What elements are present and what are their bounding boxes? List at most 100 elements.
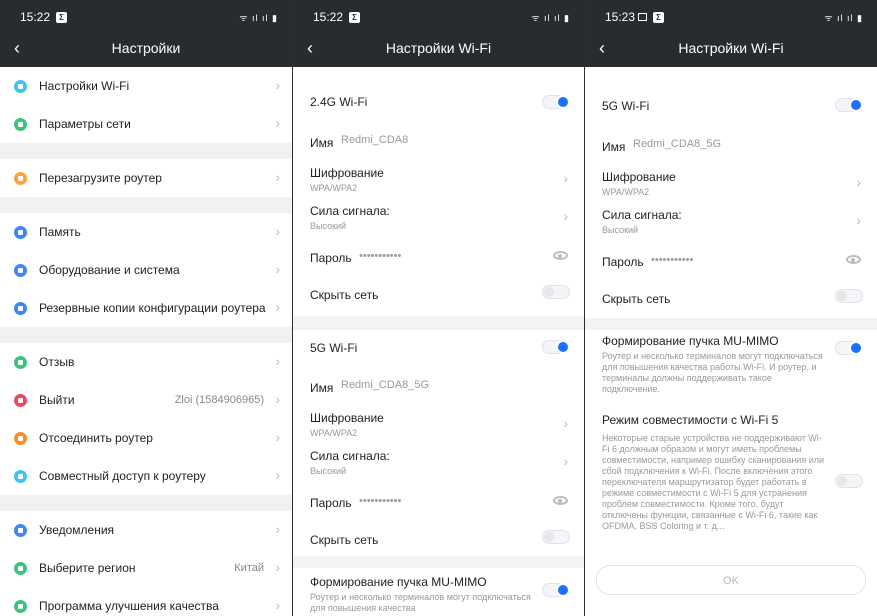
password-value[interactable]: ••••••••••• — [359, 250, 401, 262]
section-gap — [0, 327, 292, 343]
signal-value: Высокий — [602, 225, 639, 235]
chevron-right-icon: › — [275, 429, 280, 445]
wifi-settings-screen-24: 15:22 Σ ᯤ ıl ıl ▮ ‹ Настройки Wi-Fi 2.4G … — [293, 0, 584, 616]
mimo-description: Роутер и несколько терминалов могут подк… — [602, 351, 823, 394]
status-icons: ᯤ ıl ıl ▮ — [824, 13, 863, 23]
password-row: Пароль ••••••••••• — [310, 249, 570, 267]
eye-icon[interactable] — [553, 496, 568, 505]
settings-item-value: Китай — [234, 562, 264, 574]
signal-value: Высокий — [310, 466, 347, 476]
chevron-right-icon: › — [275, 391, 280, 407]
signal-label: Сила сигнала: — [602, 208, 682, 222]
settings-item[interactable]: Оборудование и система › — [0, 251, 292, 289]
encryption-label: Шифрование — [310, 411, 384, 425]
chevron-right-icon: › — [856, 212, 861, 228]
mimo-toggle[interactable] — [542, 583, 570, 597]
settings-item[interactable]: Уведомления › — [0, 511, 292, 549]
compat-row: Режим совместимости с Wi-Fi 5 Некоторые … — [602, 413, 829, 532]
hide-network-row: Скрыть сеть — [602, 292, 863, 306]
eye-icon[interactable] — [846, 255, 861, 264]
band-5-toggle[interactable] — [542, 340, 570, 354]
chevron-right-icon: › — [275, 169, 280, 185]
password-row: Пароль ••••••••••• — [602, 253, 863, 271]
signal-row[interactable]: Сила сигнала: Высокий — [310, 204, 570, 231]
toggle-knob — [837, 291, 847, 301]
settings-item[interactable]: Совместный доступ к роутеру › — [0, 457, 292, 495]
settings-item[interactable]: Отсоединить роутер › — [0, 419, 292, 457]
settings-item-label: Параметры сети — [39, 117, 131, 131]
settings-item[interactable]: Программа улучшения качества › — [0, 587, 292, 616]
compat-toggle[interactable] — [835, 474, 863, 488]
settings-item-label: Отсоединить роутер — [39, 431, 153, 445]
gallery-icon — [638, 13, 648, 21]
eye-icon[interactable] — [553, 251, 568, 260]
toggle-knob — [851, 100, 861, 110]
settings-item[interactable]: Отзыв › — [0, 343, 292, 381]
hide-network-toggle[interactable] — [835, 289, 863, 303]
unlink-icon — [14, 432, 27, 445]
settings-item-label: Память — [39, 225, 81, 239]
name-label: Имя — [310, 381, 334, 395]
toggle-knob — [544, 532, 554, 542]
band-5-label: 5G Wi-Fi — [310, 341, 358, 355]
settings-screen: 15:22 Σ ᯤ ıl ıl ▮ ‹ Настройки Настройки W… — [0, 0, 292, 616]
app-bar: 15:22 Σ ᯤ ıl ıl ▮ ‹ Настройки Wi-Fi — [293, 0, 584, 67]
chevron-right-icon: › — [275, 115, 280, 131]
hide-network-label: Скрыть сеть — [310, 288, 379, 302]
chevron-right-icon: › — [275, 223, 280, 239]
signal-label: Сила сигнала: — [310, 449, 390, 463]
hide-network-toggle[interactable] — [542, 530, 570, 544]
section-divider — [293, 316, 584, 330]
password-row: Пароль ••••••••••• — [310, 494, 570, 512]
section-divider — [293, 556, 584, 568]
name-value[interactable]: Redmi_CDA8_5G — [341, 379, 429, 391]
chevron-right-icon: › — [563, 170, 568, 186]
toggle-knob — [558, 585, 568, 595]
settings-item-label: Выберите регион — [39, 561, 136, 575]
band-24-toggle[interactable] — [542, 95, 570, 109]
hide-network-toggle[interactable] — [542, 285, 570, 299]
section-divider — [585, 318, 877, 330]
feedback-icon — [14, 356, 27, 369]
chevron-right-icon: › — [275, 467, 280, 483]
toggle-knob — [558, 342, 568, 352]
settings-item[interactable]: Перезагрузите роутер › — [0, 159, 292, 197]
password-value[interactable]: ••••••••••• — [359, 495, 401, 507]
section-gap — [0, 495, 292, 511]
name-value[interactable]: Redmi_CDA8 — [341, 134, 408, 146]
toggle-knob — [544, 287, 554, 297]
toggle-knob — [851, 343, 861, 353]
quality-icon — [14, 600, 27, 613]
settings-item[interactable]: Выйти Zloi (1584906965) › — [0, 381, 292, 419]
chevron-right-icon: › — [275, 261, 280, 277]
encryption-row[interactable]: Шифрование WPA/WPA2 — [310, 166, 570, 193]
settings-item-label: Настройки Wi-Fi — [39, 79, 130, 93]
password-value[interactable]: ••••••••••• — [651, 254, 693, 266]
settings-item[interactable]: Параметры сети › — [0, 105, 292, 143]
settings-item-label: Отзыв — [39, 355, 75, 369]
name-value[interactable]: Redmi_CDA8_5G — [633, 138, 721, 150]
band-5-label: 5G Wi-Fi — [602, 99, 650, 113]
app-bar: 15:22 Σ ᯤ ıl ıl ▮ ‹ Настройки — [0, 0, 292, 67]
hide-network-row: Скрыть сеть — [310, 533, 570, 547]
settings-item[interactable]: Выберите регион Китай › — [0, 549, 292, 587]
encryption-row[interactable]: Шифрование WPA/WPA2 — [310, 411, 570, 438]
notification-badge-icon: Σ — [349, 12, 361, 23]
settings-item[interactable]: Резервные копии конфигурации роутера › — [0, 289, 292, 327]
chevron-right-icon: › — [275, 559, 280, 575]
name-label: Имя — [310, 136, 334, 150]
mimo-toggle[interactable] — [835, 341, 863, 355]
settings-item[interactable]: Настройки Wi-Fi › — [0, 67, 292, 105]
signal-row[interactable]: Сила сигнала: Высокий — [310, 449, 570, 476]
status-time: 15:22 Σ — [313, 10, 361, 24]
compat-label: Режим совместимости с Wi-Fi 5 — [602, 413, 779, 427]
name5-row: Имя Redmi_CDA8_5G — [310, 379, 570, 397]
ok-button[interactable]: OK — [596, 565, 866, 595]
settings-item[interactable]: Память › — [0, 213, 292, 251]
band-24-row: 2.4G Wi-Fi — [310, 95, 570, 109]
band-5-toggle[interactable] — [835, 98, 863, 112]
toggle-knob — [837, 476, 847, 486]
band-5-row: 5G Wi-Fi — [310, 341, 570, 355]
encryption-row[interactable]: Шифрование WPA/WPA2 — [602, 170, 863, 197]
signal-row[interactable]: Сила сигнала: Высокий — [602, 208, 863, 235]
